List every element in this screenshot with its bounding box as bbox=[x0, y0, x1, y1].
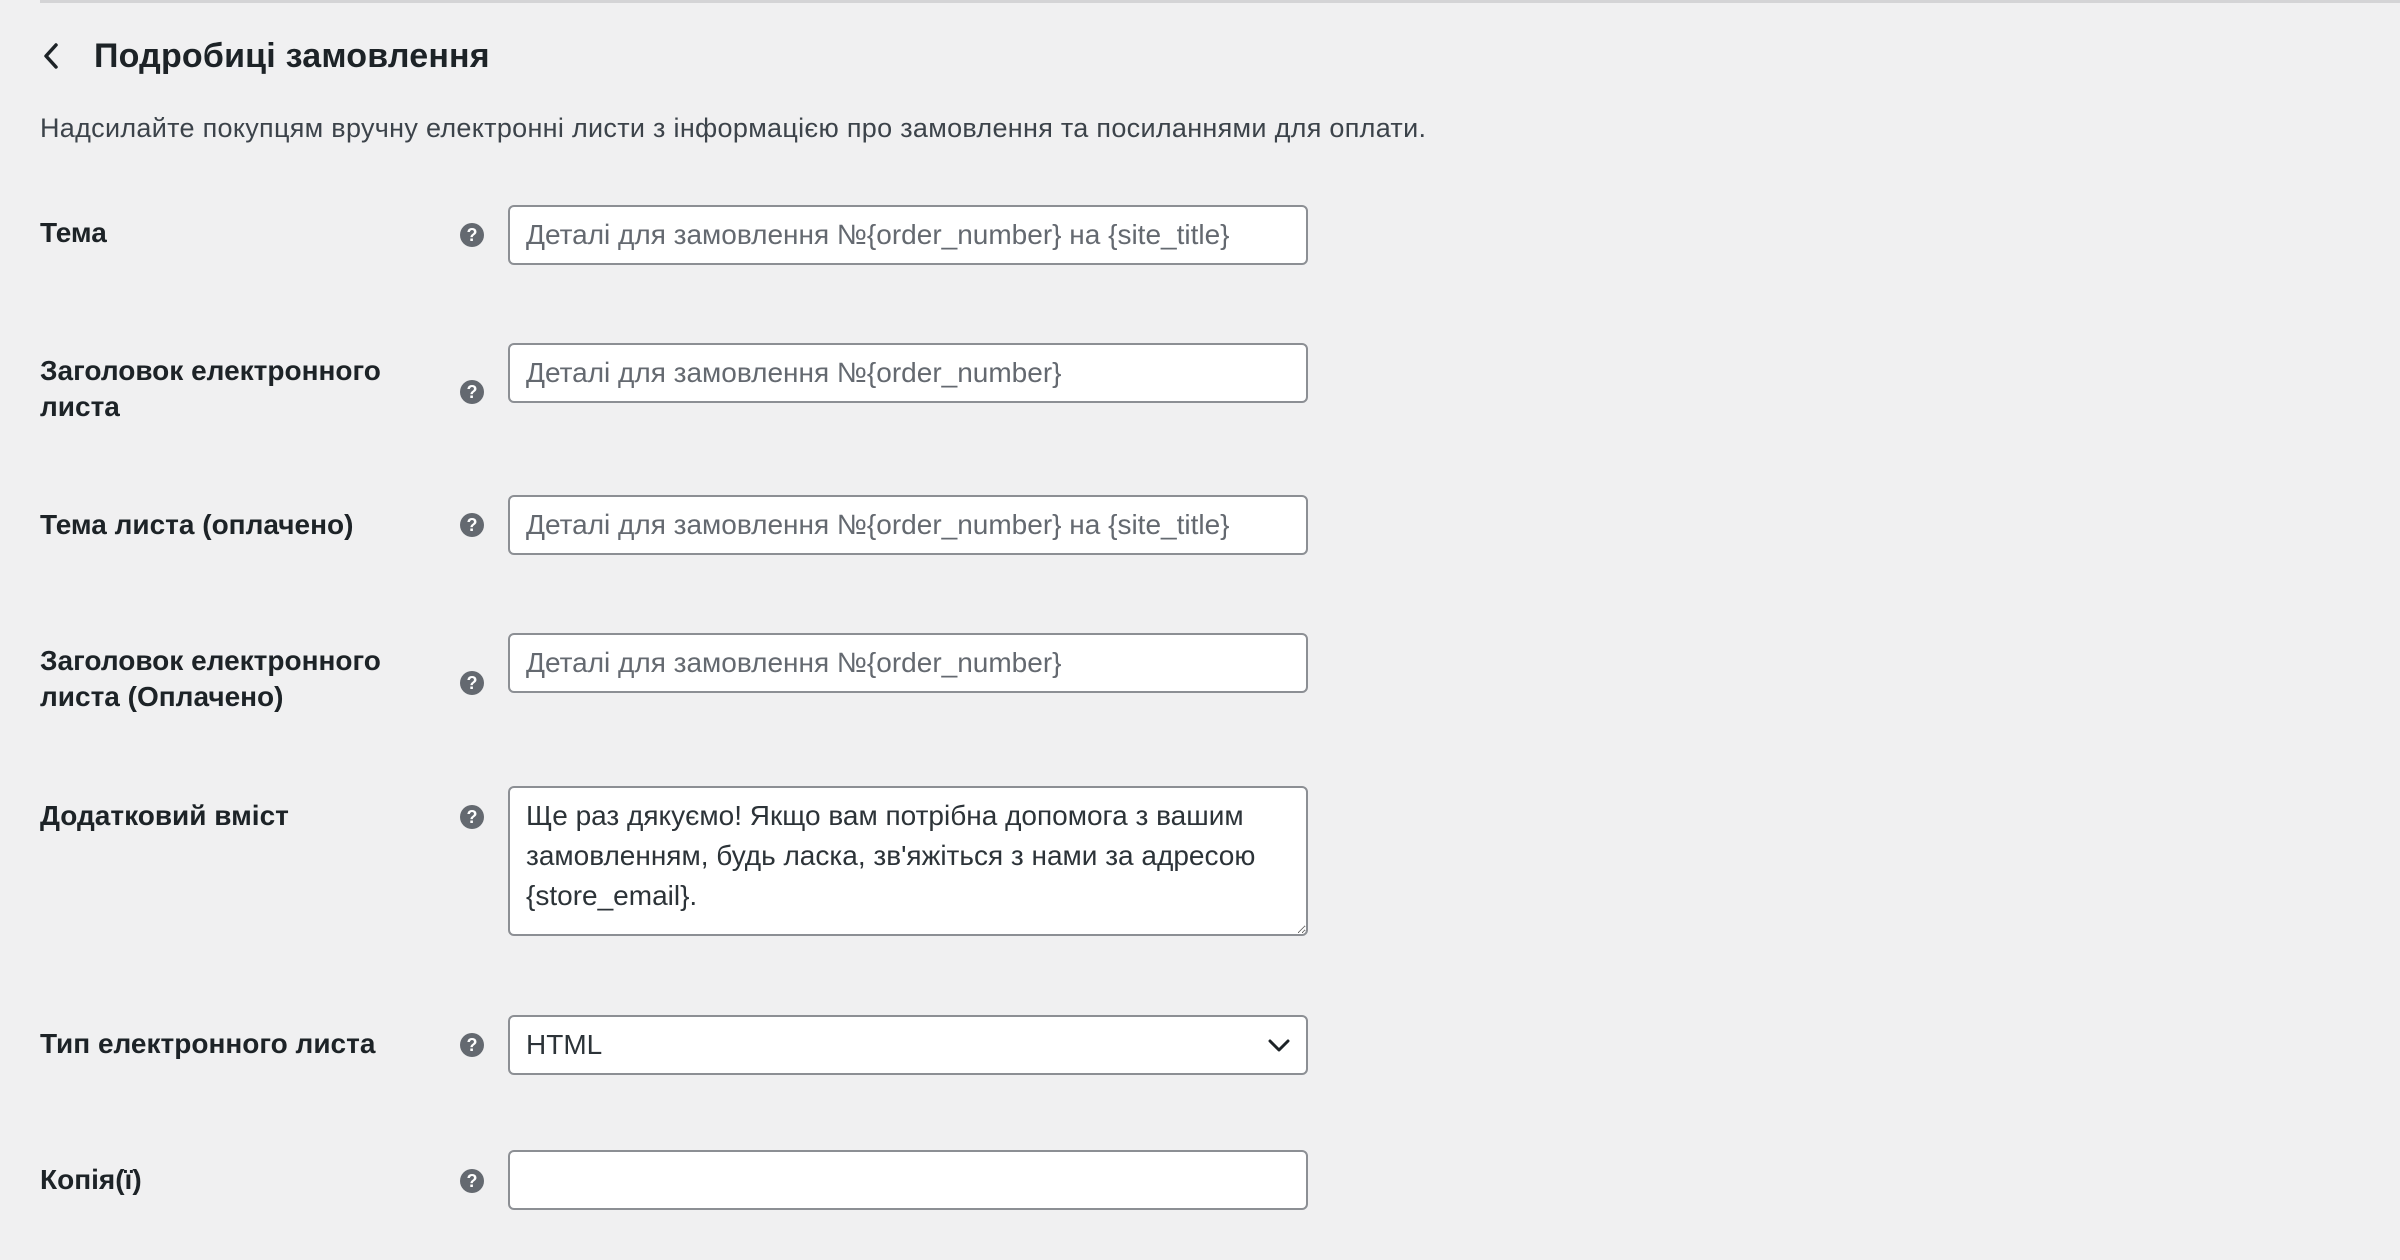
page-header: Подробиці замовлення bbox=[40, 32, 490, 80]
chevron-left-icon bbox=[44, 43, 58, 69]
subject-paid-row: Тема листа (оплачено) ? bbox=[40, 495, 1320, 555]
heading-label-line1: Заголовок електронного bbox=[40, 355, 381, 386]
page-description: Надсилайте покупцям вручну електронні ли… bbox=[40, 113, 1427, 143]
cc-input[interactable] bbox=[508, 1150, 1308, 1210]
subject-row: Тема ? bbox=[40, 205, 1320, 265]
help-icon[interactable]: ? bbox=[460, 223, 484, 247]
heading-paid-label-line2: листа (Оплачено) bbox=[40, 681, 284, 712]
page-title: Подробиці замовлення bbox=[94, 36, 490, 75]
email-type-selected-value: HTML bbox=[526, 1029, 603, 1060]
cc-label: Копія(ї) bbox=[40, 1164, 142, 1195]
additional-content-label: Додатковий вміст bbox=[40, 800, 289, 831]
subject-label: Тема bbox=[40, 217, 107, 248]
email-type-row: Тип електронного листа ? HTML bbox=[40, 1015, 1320, 1075]
chevron-down-icon bbox=[1268, 1039, 1290, 1052]
subject-paid-label: Тема листа (оплачено) bbox=[40, 509, 354, 540]
additional-content-row: Додатковий вміст ? Ще раз дякуємо! Якщо … bbox=[40, 786, 1320, 936]
top-divider bbox=[40, 0, 2400, 3]
subject-paid-input[interactable] bbox=[508, 495, 1308, 555]
heading-row: Заголовок електронного листа ? bbox=[40, 343, 1320, 423]
heading-input[interactable] bbox=[508, 343, 1308, 403]
help-icon[interactable]: ? bbox=[460, 1033, 484, 1057]
subject-input[interactable] bbox=[508, 205, 1308, 265]
email-type-label: Тип електронного листа bbox=[40, 1028, 376, 1059]
help-icon[interactable]: ? bbox=[460, 513, 484, 537]
email-type-select[interactable]: HTML bbox=[508, 1015, 1308, 1075]
additional-content-textarea[interactable]: Ще раз дякуємо! Якщо вам потрібна допомо… bbox=[508, 786, 1308, 936]
help-icon[interactable]: ? bbox=[460, 380, 484, 404]
heading-paid-label: Заголовок електронного листа (Оплачено) bbox=[40, 643, 440, 715]
heading-paid-label-line1: Заголовок електронного bbox=[40, 645, 381, 676]
help-icon[interactable]: ? bbox=[460, 671, 484, 695]
heading-paid-row: Заголовок електронного листа (Оплачено) … bbox=[40, 633, 1320, 713]
back-button[interactable] bbox=[40, 32, 80, 80]
heading-paid-input[interactable] bbox=[508, 633, 1308, 693]
help-icon[interactable]: ? bbox=[460, 805, 484, 829]
heading-label: Заголовок електронного листа bbox=[40, 353, 440, 425]
heading-label-line2: листа bbox=[40, 391, 120, 422]
cc-row: Копія(ї) ? bbox=[40, 1150, 1320, 1210]
help-icon[interactable]: ? bbox=[460, 1169, 484, 1193]
